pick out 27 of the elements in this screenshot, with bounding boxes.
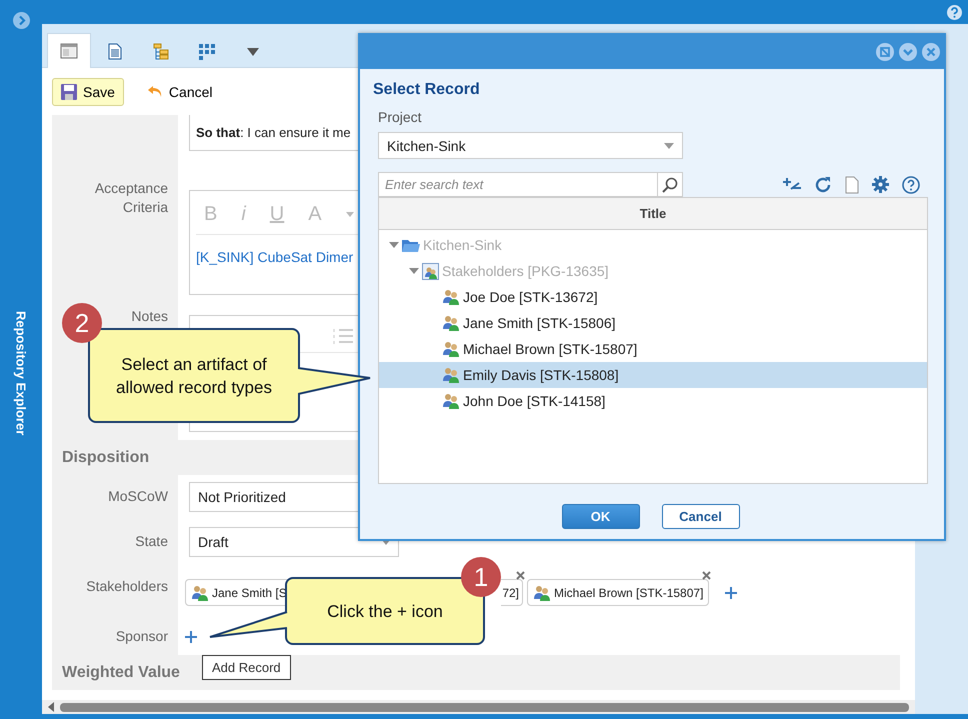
- field-label: MoSCoW: [108, 488, 168, 504]
- stakeholder-chip[interactable]: 72]: [501, 579, 523, 606]
- step-number: 1: [474, 562, 488, 592]
- field-label: Notes: [131, 308, 168, 324]
- dialog-title: Select Record: [373, 81, 481, 99]
- cancel-button[interactable]: Cancel: [138, 78, 222, 106]
- field-label: Acceptance Criteria: [94, 180, 168, 215]
- callout-text: Select an artifact of allowed record types: [115, 354, 273, 398]
- column-header[interactable]: Title: [640, 206, 666, 221]
- link[interactable]: [K_SINK] CubeSat Dimer: [196, 249, 354, 265]
- field-label: Project: [378, 109, 423, 125]
- field-label: Stakeholders: [86, 578, 168, 594]
- save-button[interactable]: Save: [52, 78, 124, 106]
- field-label: Sponsor: [116, 628, 168, 644]
- section-title: Disposition: [62, 448, 150, 466]
- project-dropdown[interactable]: Kitchen-Sink: [378, 132, 683, 159]
- field-label: State: [135, 533, 168, 549]
- step-number: 2: [74, 308, 90, 338]
- ok-button[interactable]: OK: [562, 504, 640, 529]
- story-text: So that: I can ensure it me: [196, 125, 351, 140]
- cancel-button[interactable]: Cancel: [662, 504, 740, 529]
- section-title: Weighted Value: [62, 664, 180, 682]
- stakeholder-chip[interactable]: Michael Brown [STK-15807]: [527, 579, 710, 606]
- dropdown[interactable]: Draft: [189, 527, 399, 557]
- sidebar-title[interactable]: Repository Explorer: [14, 311, 28, 436]
- search-field[interactable]: Enter search text: [378, 172, 658, 197]
- tooltip: Add Record: [202, 655, 291, 680]
